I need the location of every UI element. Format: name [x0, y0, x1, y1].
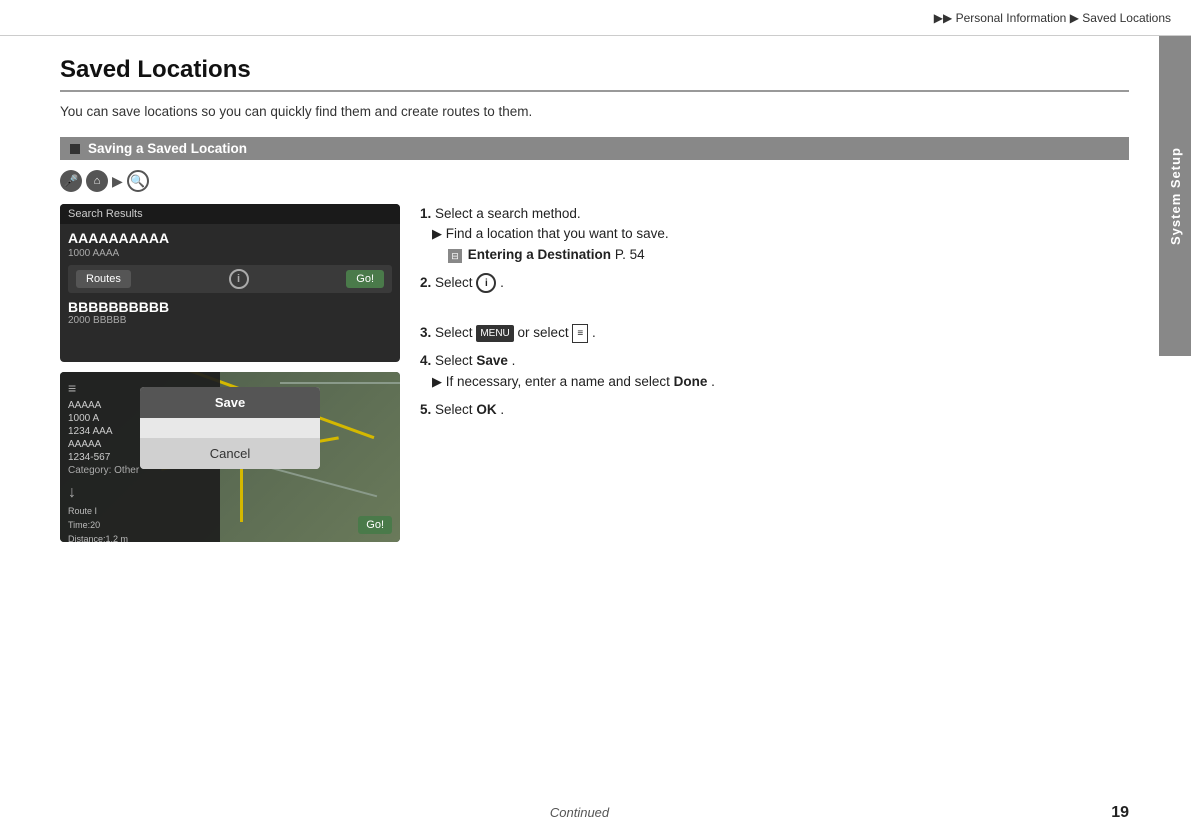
breadcrumb-arrows: ▶▶ [934, 11, 952, 25]
screen1-routes-btn[interactable]: Routes [76, 270, 131, 288]
step1-arrow: ▶ [432, 224, 442, 244]
step-2: 2. Select i . [420, 273, 1129, 293]
screen2-go-btn[interactable]: Go! [358, 516, 392, 534]
step2-info-icon: i [476, 273, 496, 293]
screen1-result1-sub: 1000 AAAA [68, 248, 392, 259]
step4-done: Done [674, 374, 708, 389]
screen1-go-btn[interactable]: Go! [346, 270, 384, 288]
breadcrumb-arrow2: ▶ [1070, 11, 1079, 25]
step2-text: Select [435, 275, 473, 290]
step2-end: . [500, 275, 504, 290]
step-3: 3. Select MENU or select ≡ . [420, 323, 1129, 343]
screen2-time: Time:20 [68, 520, 212, 530]
screen1-result1: AAAAAAAAAA [68, 230, 392, 246]
step3-end: . [592, 325, 596, 340]
step1-sub1: Find a location that you want to save. [446, 226, 669, 241]
step4-bold: Save [476, 353, 508, 368]
breadcrumb-part1: Personal Information [956, 11, 1067, 25]
screen1-result2: BBBBBBBBBB [68, 299, 392, 315]
screen2-distance: Distance:1.2 m [68, 534, 212, 542]
screen2-down-arrow: ↓ [68, 484, 212, 502]
arrow-icon: ▶ [112, 173, 123, 190]
step4-sub-end: . [711, 374, 715, 389]
step5-bold: OK [476, 402, 496, 417]
screen1-main: AAAAAAAAAA 1000 AAAA Routes i Go! BBBBBB… [60, 224, 400, 362]
section-heading-square [70, 144, 80, 154]
step5-num: 5. [420, 402, 431, 417]
mic-icon: 🎤 [60, 170, 82, 192]
screenshot-1: Search Results AAAAAAAAAA 1000 AAAA Rout… [60, 204, 400, 362]
screen1-result2-sub: 2000 BBBBB [68, 315, 392, 326]
step1-link: Entering a Destination [468, 247, 611, 262]
intro-text: You can save locations so you can quickl… [60, 104, 1129, 119]
sidebar-tab-label: System Setup [1168, 147, 1183, 245]
step4-num: 4. [420, 353, 431, 368]
screenshots-col: Search Results AAAAAAAAAA 1000 AAAA Rout… [60, 204, 400, 542]
step5-end: . [500, 402, 504, 417]
screen1-info-icon[interactable]: i [229, 269, 249, 289]
step4-sub: If necessary, enter a name and select [446, 374, 674, 389]
screen2-cancel-btn[interactable]: Cancel [140, 438, 320, 469]
breadcrumb-part2: Saved Locations [1082, 11, 1171, 25]
icon-row: 🎤 ⌂ ▶ 🔍 [60, 170, 1129, 192]
step4-pre: Select [435, 353, 476, 368]
footer-pagenum: 19 [1111, 804, 1129, 822]
content-columns: Search Results AAAAAAAAAA 1000 AAAA Rout… [60, 204, 1129, 542]
page-title: Saved Locations [60, 56, 1129, 92]
step1-ref-icon: ⊟ [448, 249, 462, 263]
road4 [280, 382, 400, 384]
screen2-save-btn[interactable]: Save [140, 387, 320, 418]
footer: Continued 19 [0, 805, 1159, 820]
step3-pre: Select [435, 325, 473, 340]
breadcrumb-text: ▶▶ Personal Information ▶ Saved Location… [934, 11, 1171, 25]
step1-text: Select a search method. [435, 206, 581, 221]
screen2-route: Route I [68, 506, 212, 516]
search-icon: 🔍 [127, 170, 149, 192]
step3-list-btn: ≡ [572, 324, 588, 343]
step-1: 1. Select a search method. ▶ Find a loca… [420, 204, 1129, 265]
sidebar-tab: System Setup [1159, 36, 1191, 356]
screen2-dialog: Save Cancel [140, 387, 320, 469]
step1-ref-line: ⊟ Entering a Destination P. 54 [448, 247, 645, 262]
step2-num: 2. [420, 275, 431, 290]
screen1-buttons: Routes i Go! [68, 265, 392, 293]
breadcrumb-bar: ▶▶ Personal Information ▶ Saved Location… [0, 0, 1191, 36]
screen1-topbar: Search Results [60, 204, 400, 224]
step1-num: 1. [420, 206, 431, 221]
step3-menu-btn: MENU [476, 325, 513, 342]
step1-page: P. 54 [615, 247, 645, 262]
screenshot-2: ≡ AAAAA 1000 A 1234 AAA AAAAA 1234-567 C… [60, 372, 400, 542]
section-heading: Saving a Saved Location [60, 137, 1129, 160]
step-5: 5. Select OK . [420, 400, 1129, 420]
step3-num: 3. [420, 325, 431, 340]
step5-pre: Select [435, 402, 476, 417]
main-content: Saved Locations You can save locations s… [0, 36, 1159, 840]
step3-or: or select [518, 325, 573, 340]
step4-end: . [512, 353, 516, 368]
home-icon: ⌂ [86, 170, 108, 192]
footer-continued: Continued [0, 805, 1159, 820]
section-heading-label: Saving a Saved Location [88, 141, 247, 156]
step-4: 4. Select Save . ▶ If necessary, enter a… [420, 351, 1129, 392]
instructions-col: 1. Select a search method. ▶ Find a loca… [420, 204, 1129, 428]
step4-arrow: ▶ [432, 372, 442, 392]
